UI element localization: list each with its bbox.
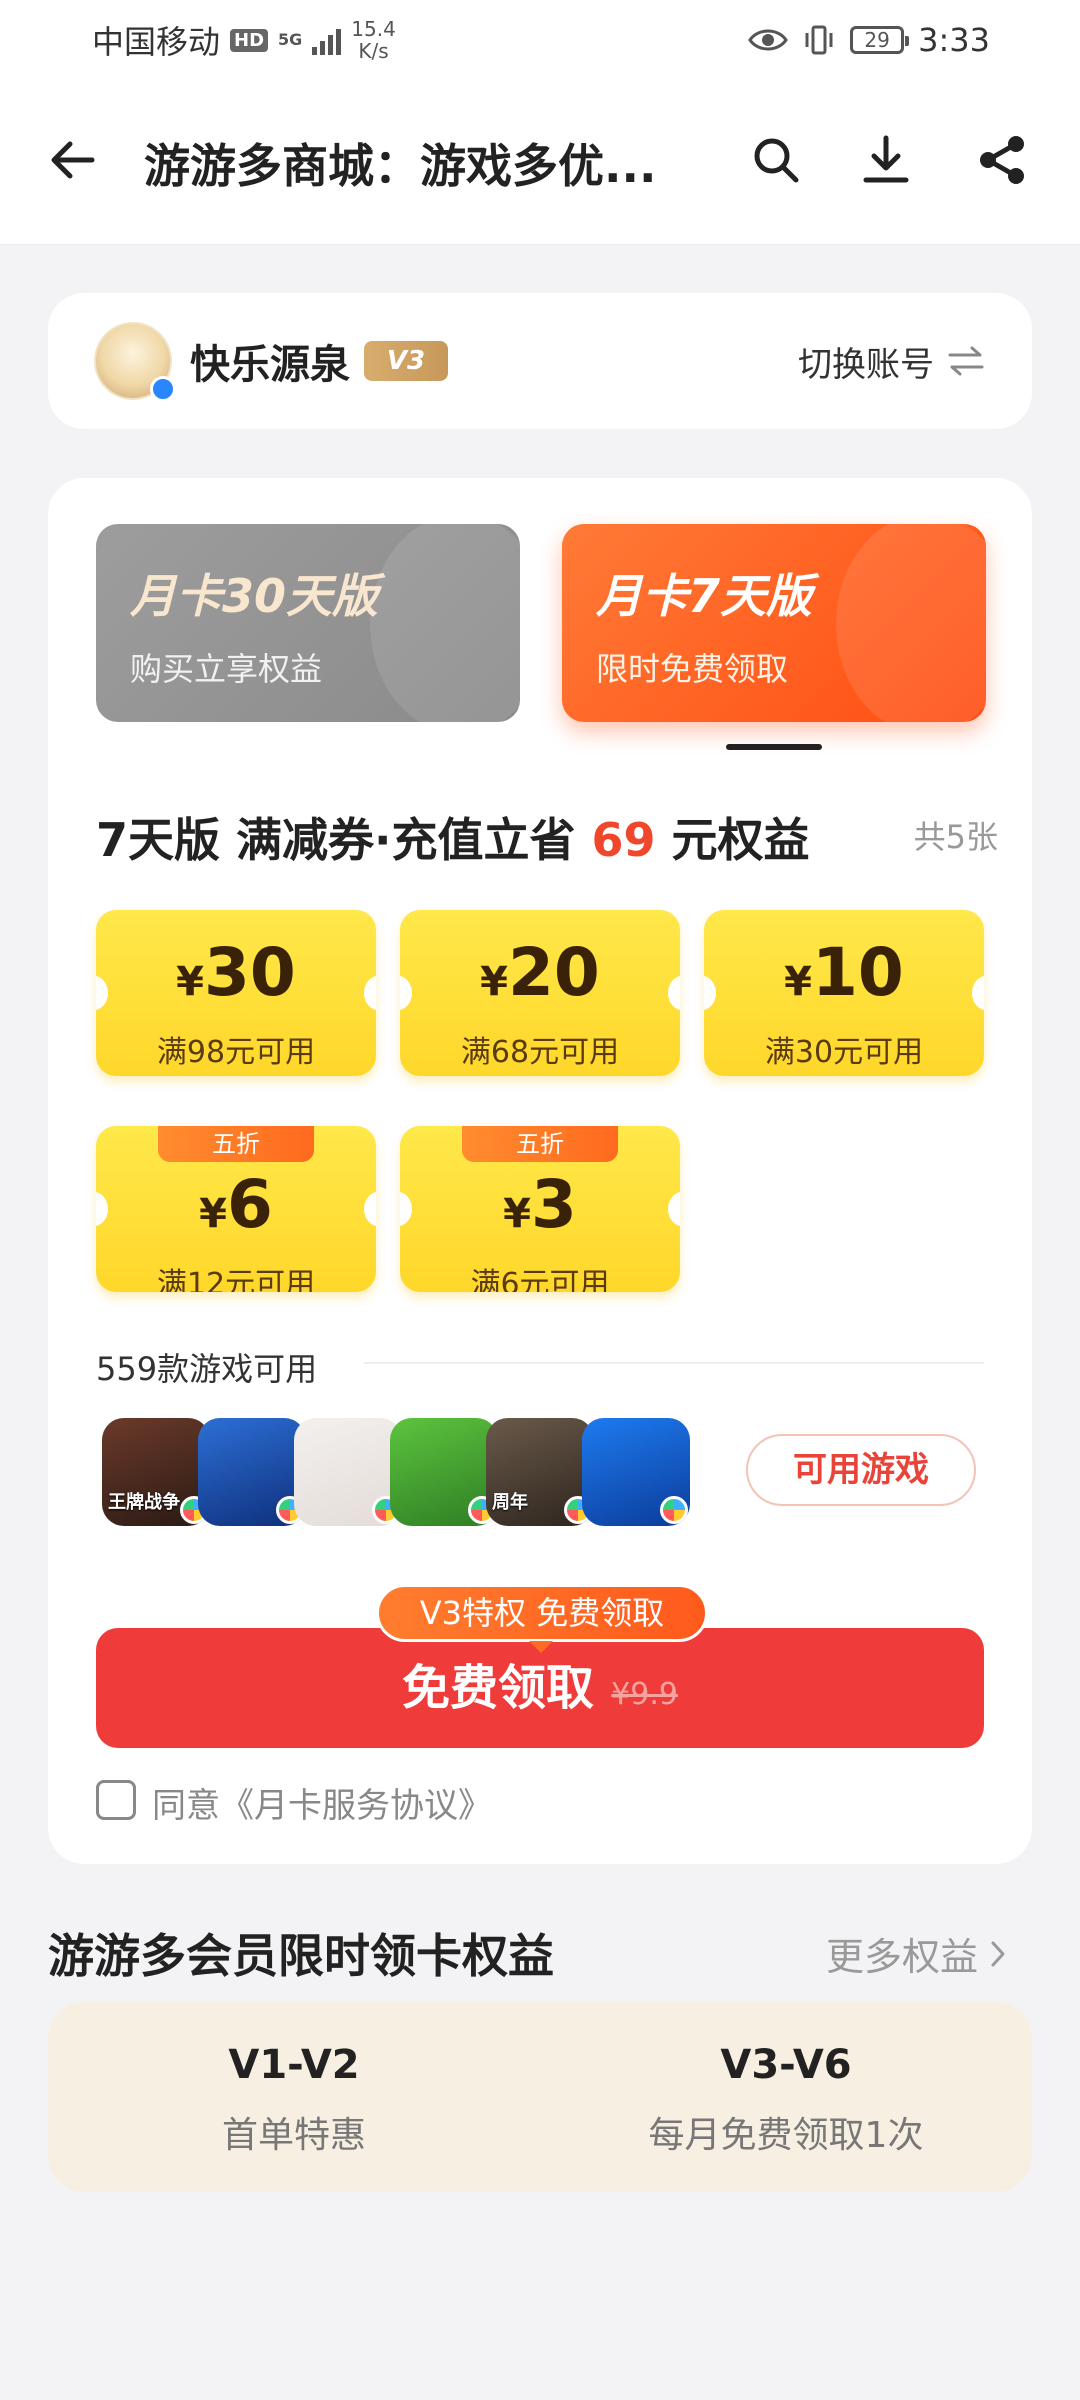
plan-decoration — [836, 524, 986, 722]
clock: 3:33 — [918, 21, 990, 59]
vibrate-icon — [805, 25, 833, 55]
app-store-badge-icon — [660, 1496, 688, 1524]
game-icon[interactable]: 周年 — [486, 1418, 594, 1526]
back-arrow-icon[interactable] — [44, 130, 104, 190]
more-benefits-label: 更多权益 — [825, 1935, 978, 1979]
coupon-condition: 满68元可用 — [460, 1035, 620, 1070]
currency-symbol: ¥ — [480, 959, 508, 1005]
games-count-label: 559款游戏可用 — [96, 1350, 318, 1388]
search-icon[interactable] — [746, 130, 806, 190]
swap-arrows-icon — [948, 346, 984, 376]
app-header: 游游多商城：游戏多优... — [0, 80, 1080, 245]
plan-tab-30-days[interactable]: 月卡30天版 购买立享权益 — [96, 524, 520, 722]
currency-symbol: ¥ — [199, 1191, 227, 1237]
hd-badge: HD — [230, 28, 269, 52]
benefit-description: 每月免费领取1次 — [648, 2115, 924, 2156]
carrier-label: 中国移动 — [92, 23, 221, 61]
heading-prefix: 7天版 满减券·充值立省 — [96, 813, 576, 867]
benefit-tier-column: V3-V6 每月免费领取1次 — [540, 2042, 1032, 2158]
plan-tab-7-days[interactable]: 月卡7天版 限时免费领取 — [562, 524, 986, 722]
coupon-amount-value: 6 — [226, 1166, 273, 1243]
game-icon-text: 王牌战争 — [108, 1492, 180, 1513]
coupon-condition: 满30元可用 — [764, 1035, 924, 1070]
coupon-condition: 满12元可用 — [156, 1267, 316, 1292]
benefit-tier-label: V1-V2 — [228, 2042, 360, 2088]
coupon-amount-value: 10 — [811, 934, 904, 1011]
coupon-count: 共5张 — [913, 818, 998, 856]
plan-decoration — [370, 524, 520, 722]
user-name: 快乐源泉 — [190, 342, 350, 388]
discount-tag: 五折 — [158, 1126, 314, 1162]
avatar-badge-icon — [150, 376, 176, 402]
coupon-amount-value: 30 — [203, 934, 296, 1011]
more-benefits-link[interactable]: 更多权益 — [826, 1926, 1008, 1981]
coupon-condition: 满98元可用 — [156, 1035, 316, 1070]
status-right: 29 3:33 — [748, 21, 990, 59]
heading-savings-value: 69 — [591, 813, 656, 867]
original-price: ¥9.9 — [611, 1677, 678, 1712]
coupon-card: ¥30 满98元可用 — [96, 910, 376, 1076]
coupon-amount: ¥6 — [96, 1172, 376, 1247]
benefits-card: V1-V2 首单特惠 V3-V6 每月免费领取1次 — [48, 2002, 1032, 2192]
battery-icon: 29 — [850, 26, 910, 54]
claim-button-label: 免费领取 — [402, 1660, 595, 1716]
status-left: 中国移动 HD 5G 15.4 K/s — [92, 17, 396, 63]
coupon-amount: ¥30 — [96, 940, 376, 1015]
network-type: 5G — [278, 30, 303, 49]
coupon-card: 五折 ¥6 满12元可用 — [96, 1126, 376, 1292]
divider — [364, 1362, 984, 1364]
coupon-card: 五折 ¥3 满6元可用 — [400, 1126, 680, 1292]
speed-unit: K/s — [358, 39, 389, 63]
vip-level-badge: V3 — [364, 341, 448, 381]
eye-icon — [748, 29, 788, 51]
speed-value: 15.4 — [351, 17, 396, 41]
coupon-amount-value: 3 — [530, 1166, 577, 1243]
game-icon[interactable] — [390, 1418, 498, 1526]
game-icon[interactable] — [198, 1418, 306, 1526]
coupon-section-heading: 7天版 满减券·充值立省 69 元权益 — [96, 804, 810, 870]
game-icon[interactable] — [294, 1418, 402, 1526]
currency-symbol: ¥ — [784, 959, 812, 1005]
game-icon-text: 周年 — [492, 1492, 528, 1513]
switch-account-button[interactable]: 切换账号 — [798, 337, 986, 386]
currency-symbol: ¥ — [503, 1191, 531, 1237]
share-icon[interactable] — [972, 130, 1032, 190]
coupon-amount: ¥20 — [400, 940, 680, 1015]
avatar[interactable] — [94, 322, 176, 402]
switch-account-label: 切换账号 — [798, 344, 934, 385]
game-icon[interactable] — [582, 1418, 690, 1526]
game-icon[interactable]: 王牌战争 — [102, 1418, 210, 1526]
page-title: 游游多商城：游戏多优... — [144, 139, 657, 193]
coupon-card: ¥20 满68元可用 — [400, 910, 680, 1076]
benefit-description: 首单特惠 — [221, 2115, 366, 2156]
monthly-card-panel: 月卡30天版 购买立享权益 月卡7天版 限时免费领取 7天版 满减券·充值立省 … — [48, 478, 1032, 1864]
available-games-button[interactable]: 可用游戏 — [746, 1434, 976, 1506]
currency-symbol: ¥ — [176, 959, 204, 1005]
signal-icon — [312, 25, 342, 55]
chevron-right-icon — [991, 1941, 1005, 1966]
tab-indicator — [726, 744, 822, 750]
discount-tag: 五折 — [462, 1126, 618, 1162]
coupon-amount-value: 20 — [507, 934, 600, 1011]
coupon-card: ¥10 满30元可用 — [704, 910, 984, 1076]
coupon-condition: 满6元可用 — [470, 1267, 610, 1292]
agreement-checkbox[interactable] — [96, 1780, 136, 1820]
download-icon[interactable] — [856, 130, 916, 190]
agreement-link[interactable]: 同意《月卡服务协议》 — [152, 1778, 492, 1827]
coupon-amount: ¥3 — [400, 1172, 680, 1247]
coupon-amount: ¥10 — [704, 940, 984, 1015]
user-card: 快乐源泉 V3 切换账号 — [48, 293, 1032, 429]
benefit-tier-label: V3-V6 — [720, 2042, 852, 2088]
heading-suffix: 元权益 — [671, 813, 810, 867]
benefit-tier-column: V1-V2 首单特惠 — [48, 2042, 540, 2158]
privilege-bubble: V3特权 免费领取 — [376, 1584, 708, 1653]
network-speed: 15.4 K/s — [351, 18, 396, 62]
status-bar: 中国移动 HD 5G 15.4 K/s 29 3:33 — [0, 0, 1080, 80]
benefits-section-title: 游游多会员限时领卡权益 — [48, 1929, 554, 1983]
